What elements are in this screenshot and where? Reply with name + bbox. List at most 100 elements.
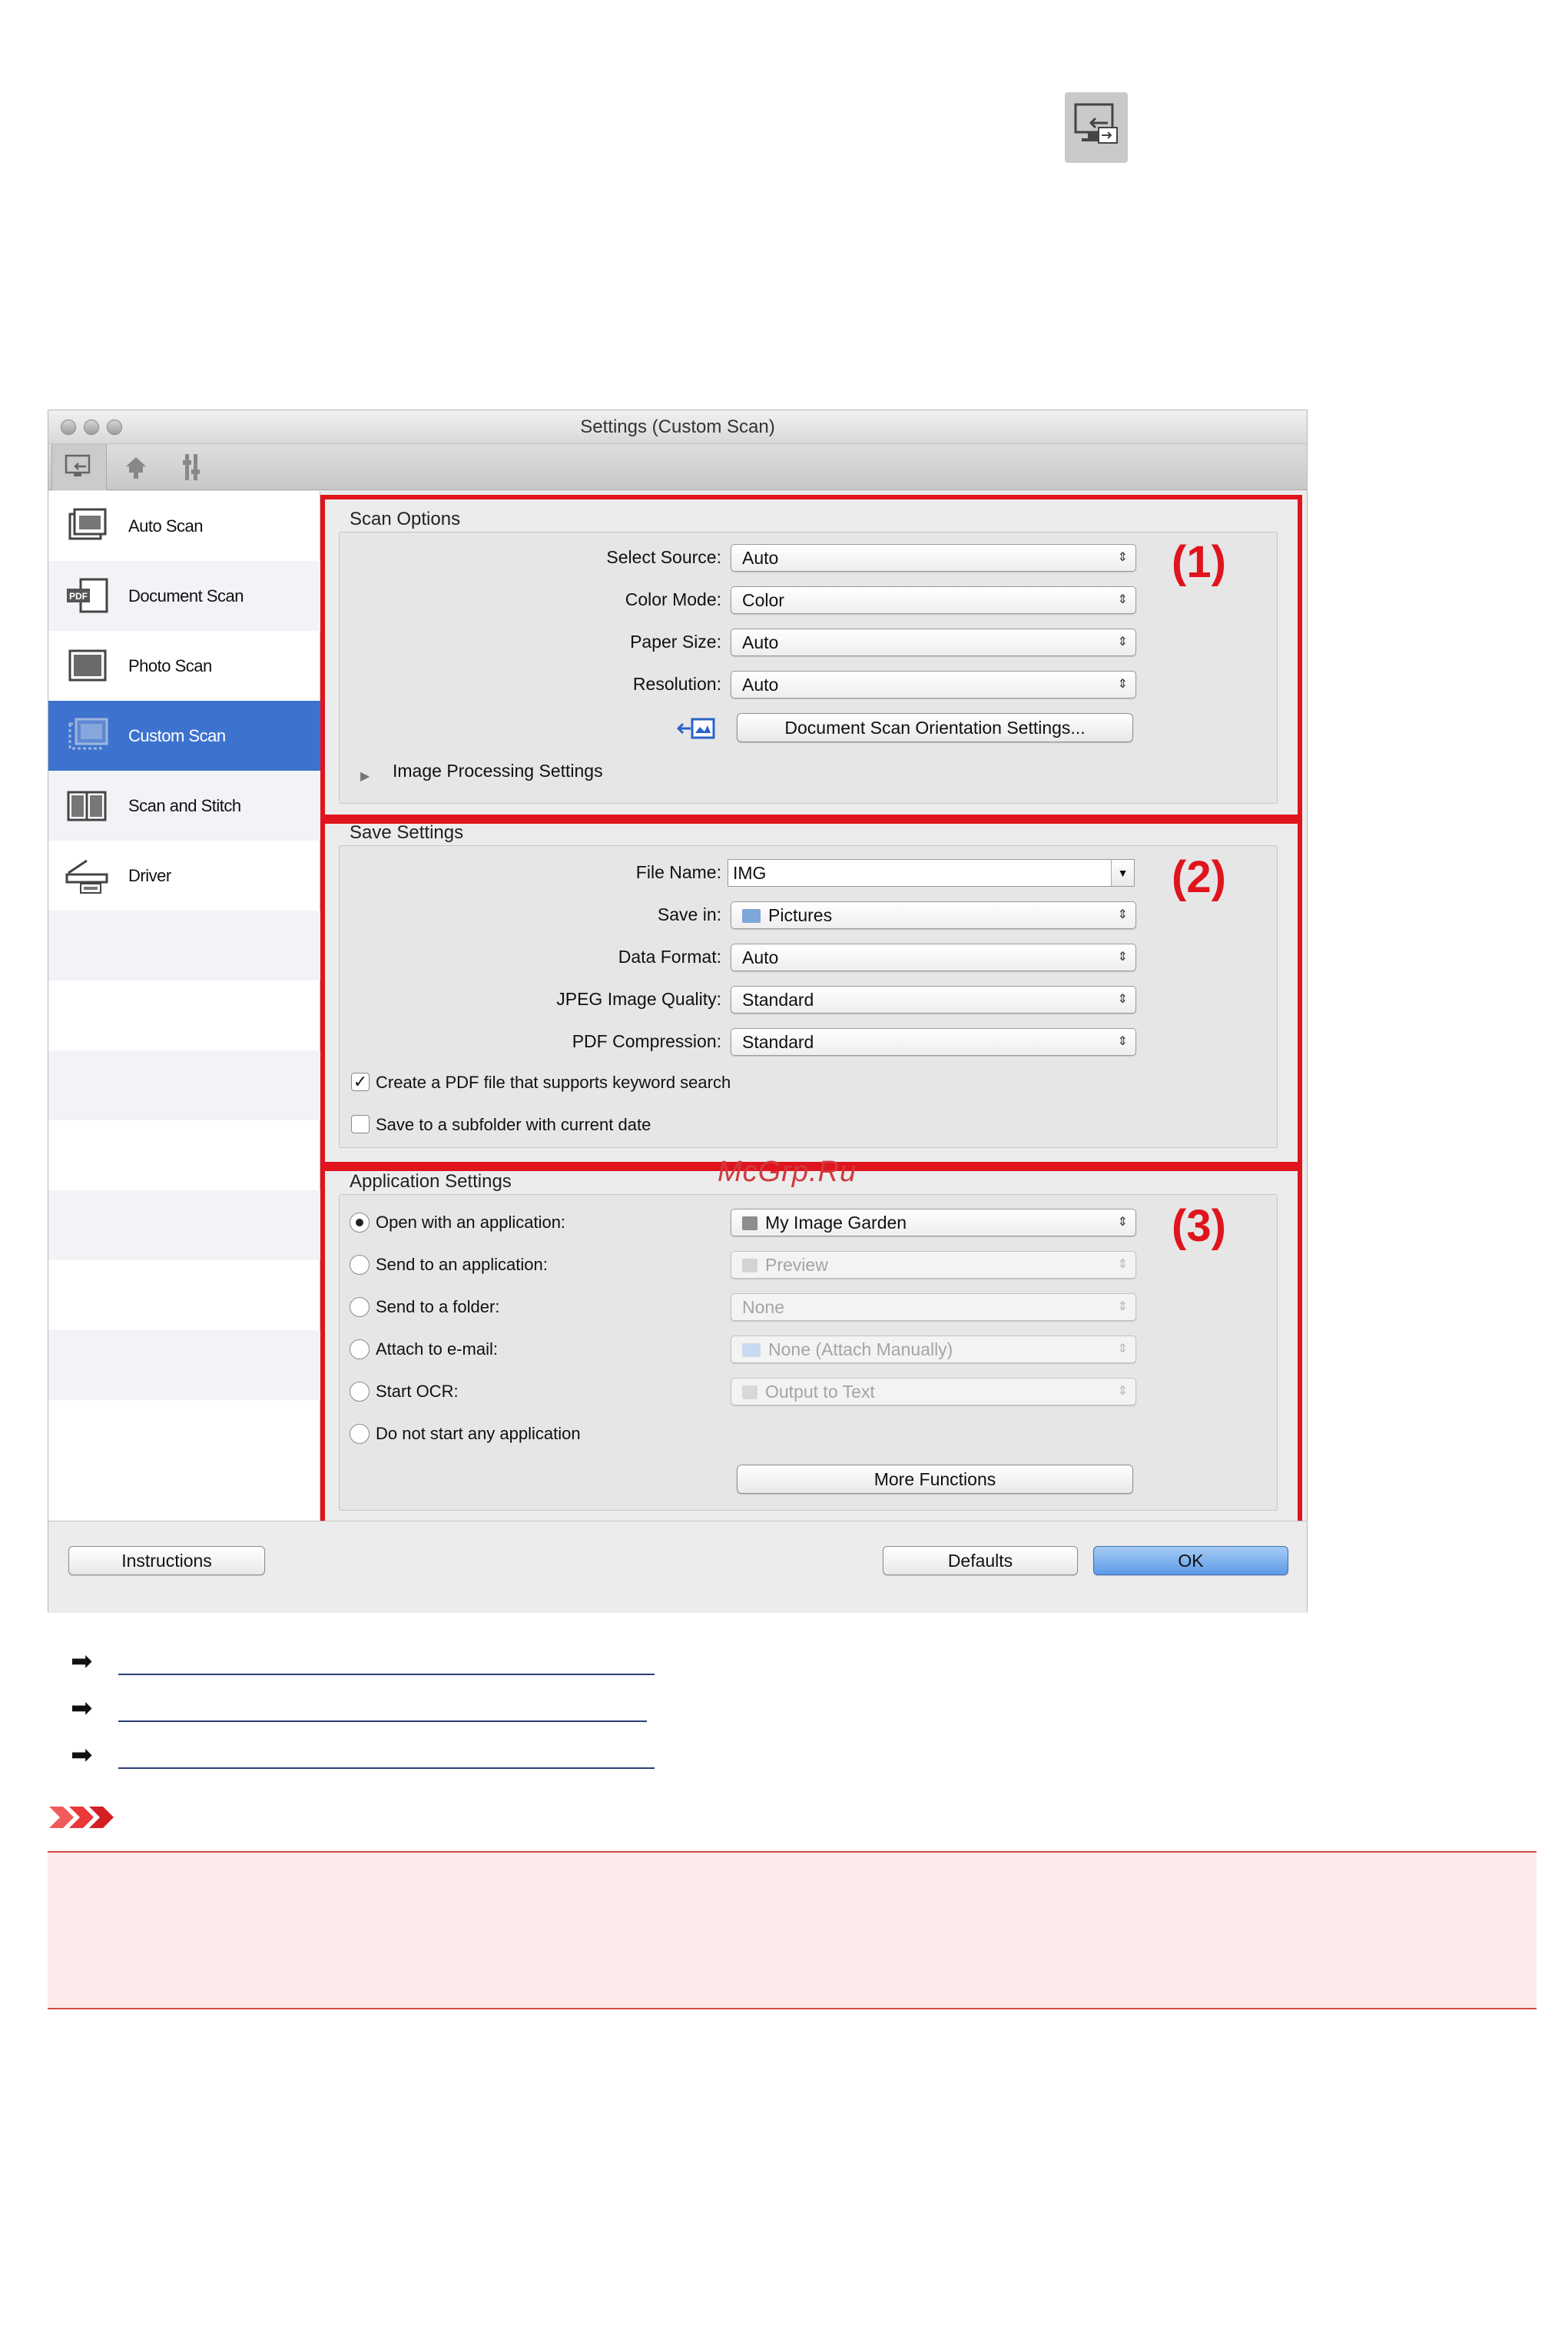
data-format-popup[interactable]: Auto ⇕ (731, 944, 1136, 971)
watermark-text: McGrp.Ru (718, 1156, 857, 1188)
subfolder-checkbox[interactable] (351, 1115, 370, 1133)
photo-icon (68, 649, 107, 681)
attach-email-label: Attach to e-mail: (376, 1339, 498, 1359)
sidebar-item-custom-scan[interactable]: Custom Scan (48, 701, 320, 771)
paper-size-popup[interactable]: Auto ⇕ (731, 629, 1136, 656)
section-number-2: (2) (1172, 852, 1226, 902)
up-down-arrows-icon: ⇕ (1117, 951, 1128, 964)
send-to-app-popup[interactable]: Preview ⇕ (731, 1251, 1136, 1279)
sidebar-item-driver[interactable]: Driver (48, 841, 320, 911)
up-down-arrows-icon: ⇕ (1117, 1035, 1128, 1048)
text-output-icon (742, 1385, 757, 1399)
sidebar-item-label: Auto Scan (128, 516, 204, 536)
open-with-app-value: My Image Garden (765, 1213, 907, 1233)
send-to-app-value: Preview (765, 1255, 828, 1275)
jpeg-quality-popup[interactable]: Standard ⇕ (731, 986, 1136, 1014)
folder-icon (742, 1343, 761, 1357)
color-mode-popup[interactable]: Color ⇕ (731, 586, 1136, 614)
custom-scan-icon (68, 718, 108, 749)
data-format-label: Data Format: (618, 947, 721, 967)
select-source-popup[interactable]: Auto ⇕ (731, 544, 1136, 572)
sidebar-item-label: Custom Scan (128, 725, 226, 745)
pdf-compression-popup[interactable]: Standard ⇕ (731, 1028, 1136, 1056)
sidebar-empty-row (48, 911, 320, 981)
section-number-1: (1) (1172, 537, 1226, 587)
no-app-label: Do not start any application (376, 1424, 581, 1443)
section-number-3: (3) (1172, 1201, 1226, 1251)
scan-from-computer-tab[interactable] (51, 444, 107, 490)
preview-app-icon (742, 1259, 757, 1272)
send-to-app-radio[interactable] (350, 1255, 370, 1275)
toolbar (48, 444, 1307, 490)
general-settings-tab[interactable] (165, 444, 220, 490)
up-down-arrows-icon: ⇕ (1117, 551, 1128, 564)
send-to-folder-label: Send to a folder: (376, 1297, 500, 1316)
link-underline[interactable] (118, 1720, 647, 1722)
send-to-folder-value: None (742, 1297, 784, 1317)
sidebar-item-scan-and-stitch[interactable]: Scan and Stitch (48, 771, 320, 841)
attach-email-popup[interactable]: None (Attach Manually) ⇕ (731, 1336, 1136, 1363)
attach-email-value: None (Attach Manually) (768, 1339, 953, 1359)
link-underline[interactable] (118, 1767, 655, 1769)
sidebar-empty-row (48, 981, 320, 1050)
scan-options-title: Scan Options (350, 509, 461, 529)
sidebar-item-label: Scan and Stitch (128, 795, 241, 815)
color-mode-label: Color Mode: (625, 589, 721, 609)
send-to-folder-popup[interactable]: None ⇕ (731, 1293, 1136, 1321)
file-name-input[interactable]: IMG ▼ (728, 859, 1135, 887)
app-icon (742, 1216, 757, 1230)
save-in-value: Pictures (768, 905, 833, 925)
save-in-popup[interactable]: Pictures ⇕ (731, 901, 1136, 929)
open-with-app-label: Open with an application: (376, 1213, 566, 1232)
open-with-app-popup[interactable]: My Image Garden ⇕ (731, 1209, 1136, 1236)
scan-from-panel-tab[interactable] (108, 444, 164, 490)
folder-icon (742, 909, 761, 923)
orientation-settings-button[interactable]: Document Scan Orientation Settings... (737, 713, 1133, 742)
select-source-label: Select Source: (606, 547, 721, 567)
attach-email-radio[interactable] (350, 1339, 370, 1359)
data-format-value: Auto (742, 947, 779, 967)
scanner-panel-icon (126, 457, 146, 479)
open-with-app-radio[interactable] (350, 1213, 370, 1233)
no-app-radio[interactable] (350, 1424, 370, 1444)
disclosure-triangle-icon[interactable]: ▶ (360, 768, 370, 784)
subfolder-label: Save to a subfolder with current date (376, 1115, 651, 1134)
sidebar-empty-row (48, 1050, 320, 1120)
keyword-search-label: Create a PDF file that supports keyword … (376, 1073, 731, 1092)
jpeg-quality-value: Standard (742, 990, 814, 1010)
save-settings-title: Save Settings (350, 822, 464, 843)
defaults-button[interactable]: Defaults (883, 1546, 1078, 1575)
scan-settings-icon (1065, 92, 1128, 163)
up-down-arrows-icon: ⇕ (1117, 1258, 1128, 1271)
up-down-arrows-icon: ⇕ (1117, 1300, 1128, 1313)
dropdown-arrow-icon[interactable]: ▼ (1111, 860, 1134, 886)
window-title: Settings (Custom Scan) (580, 416, 775, 437)
start-ocr-label: Start OCR: (376, 1382, 459, 1401)
start-ocr-radio[interactable] (350, 1382, 370, 1402)
instructions-button[interactable]: Instructions (68, 1546, 265, 1575)
image-processing-settings-toggle[interactable]: Image Processing Settings (393, 761, 603, 781)
sidebar-item-photo-scan[interactable]: Photo Scan (48, 631, 320, 701)
important-notice-box (48, 1851, 1537, 2009)
orientation-icon (676, 718, 715, 739)
pdf-compression-value: Standard (742, 1032, 814, 1052)
keyword-search-checkbox[interactable]: ✓ (351, 1073, 370, 1091)
up-down-arrows-icon: ⇕ (1117, 1385, 1128, 1398)
sidebar-item-auto-scan[interactable]: Auto Scan (48, 491, 320, 561)
settings-window: Settings (Custom Scan) Auto Scan PDF Doc… (48, 410, 1308, 1613)
computer-scan-icon (65, 454, 91, 476)
up-down-arrows-icon: ⇕ (1117, 635, 1128, 649)
sidebar-empty-row (48, 1190, 320, 1260)
ok-button[interactable]: OK (1093, 1546, 1288, 1575)
link-underline[interactable] (118, 1674, 655, 1675)
up-down-arrows-icon: ⇕ (1117, 908, 1128, 921)
resolution-popup[interactable]: Auto ⇕ (731, 671, 1136, 698)
file-name-value: IMG (733, 863, 767, 883)
sidebar-empty-row (48, 1330, 320, 1400)
up-down-arrows-icon: ⇕ (1117, 1216, 1128, 1229)
select-source-value: Auto (742, 548, 779, 568)
send-to-folder-radio[interactable] (350, 1297, 370, 1317)
sidebar-item-document-scan[interactable]: PDF Document Scan (48, 561, 320, 631)
more-functions-button[interactable]: More Functions (737, 1465, 1133, 1494)
start-ocr-popup[interactable]: Output to Text ⇕ (731, 1378, 1136, 1405)
